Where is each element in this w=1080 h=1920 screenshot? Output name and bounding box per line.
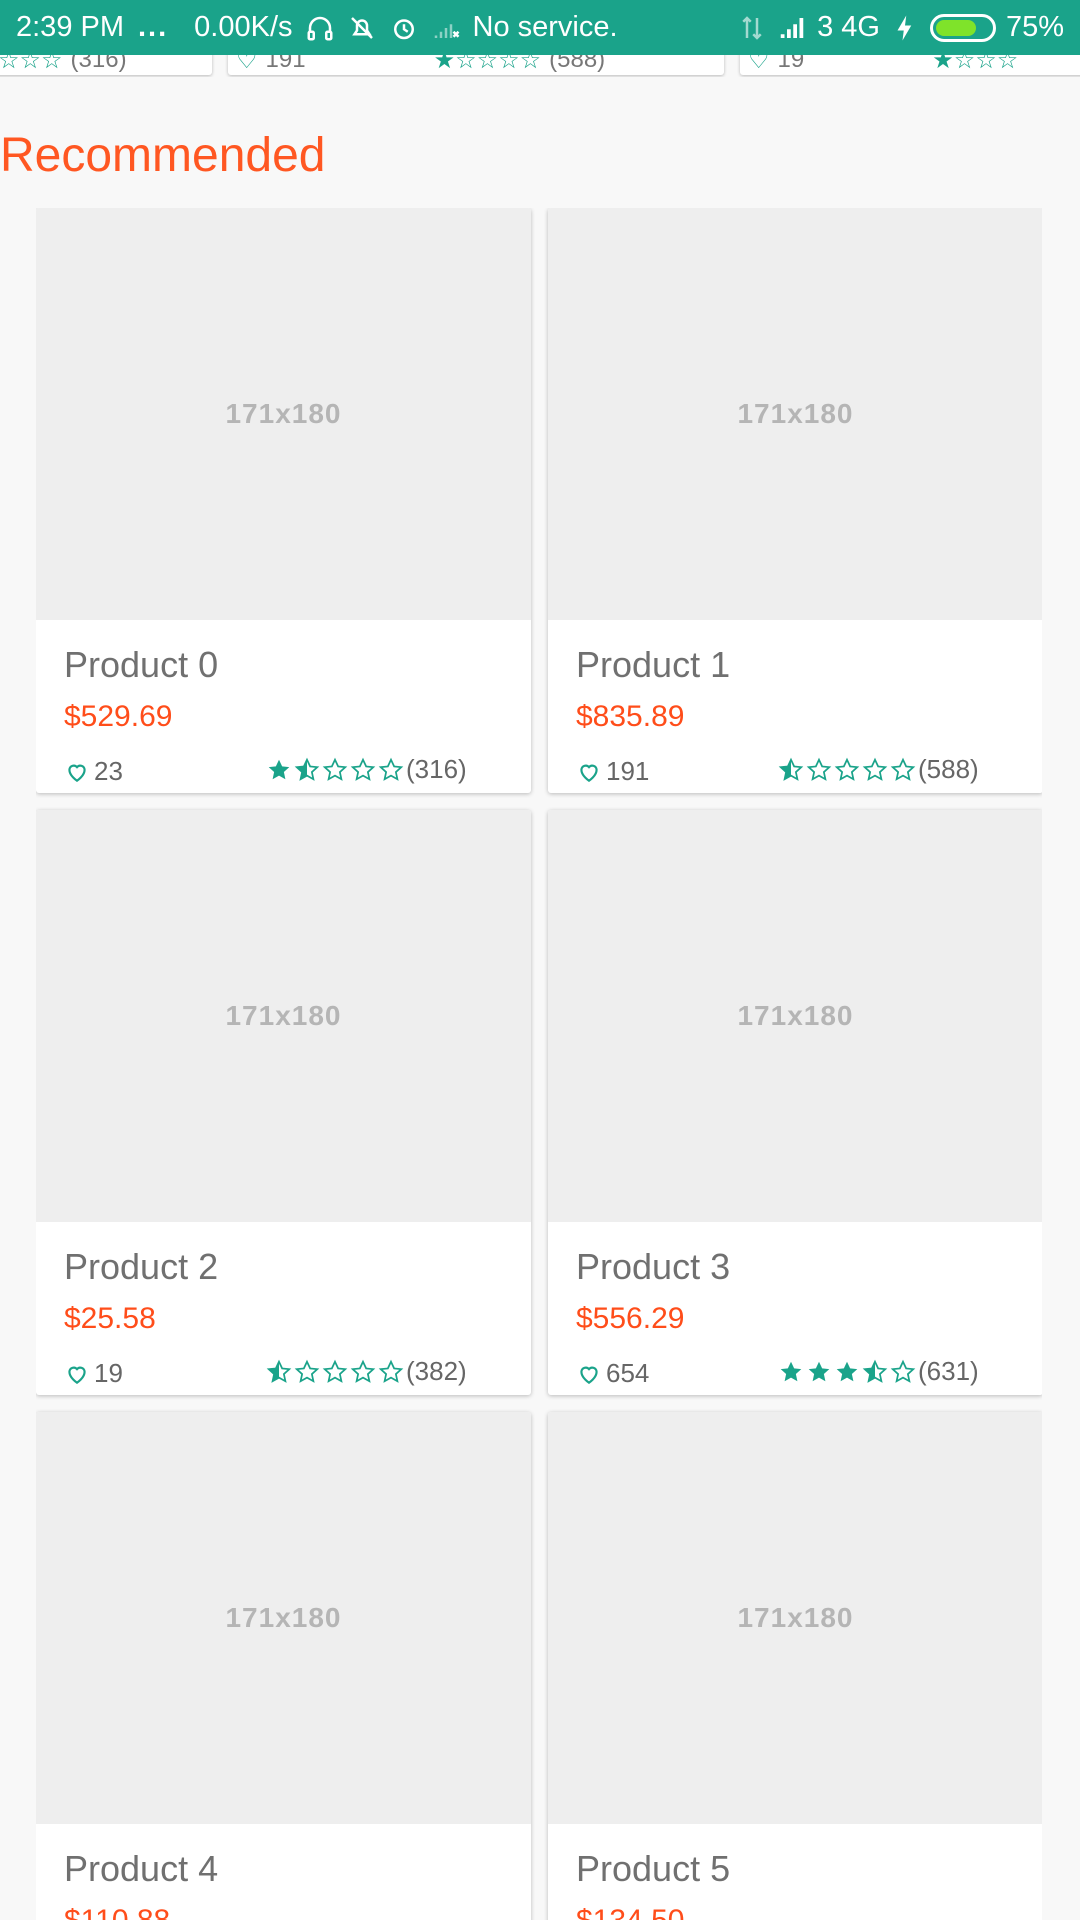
star-icon (266, 1359, 292, 1383)
product-name: Product 5 (576, 1848, 731, 1889)
star-icon (378, 757, 404, 781)
strip-card[interactable]: ☆☆☆ (316) (0, 55, 212, 75)
likes-count: 19 (777, 55, 805, 73)
star-icon (834, 757, 860, 781)
rating: (316) (266, 754, 467, 785)
star-icon (350, 757, 376, 781)
heart-icon: ♡ (748, 55, 770, 74)
star-icon (890, 757, 916, 781)
strip-card[interactable]: ♡ 19 ★☆☆☆ (740, 55, 1080, 75)
star-icon (294, 1359, 320, 1383)
battery-icon (929, 13, 996, 42)
data-arrows-icon (742, 15, 762, 40)
star-icon (322, 757, 348, 781)
signal-icon (780, 17, 804, 38)
star-icon (778, 757, 804, 781)
heart-icon[interactable] (64, 759, 90, 785)
star-icon (780, 1361, 802, 1381)
product-card[interactable]: 171x180 Product 4 $110.88 (36, 1412, 531, 1920)
likes-count: 23 (94, 756, 123, 786)
previous-row-strip: ☆☆☆ (316) ♡ 191 ★☆☆☆☆ (588) ♡ 19 ★☆☆☆ (0, 55, 1080, 77)
heart-icon[interactable] (576, 1361, 602, 1387)
rating: (631) (778, 1356, 979, 1387)
star-icon (806, 757, 832, 781)
product-price: $110.88 (64, 1904, 170, 1920)
likes[interactable]: 19 (64, 1358, 123, 1389)
status-more-dots: ... (138, 11, 169, 43)
likes[interactable]: 654 (576, 1358, 649, 1389)
star-icon (862, 1359, 888, 1383)
product-name: Product 4 (64, 1848, 219, 1889)
product-image-placeholder[interactable]: 171x180 (36, 208, 531, 620)
product-card[interactable]: 171x180 Product 0 $529.69 23 (316) (36, 208, 531, 793)
rating: (382) (266, 1356, 467, 1387)
status-battery: 75% (1005, 11, 1064, 43)
charging-icon (897, 15, 912, 40)
status-bar: 2:39 PM ... 0.00K/s No service. 3 4G 75% (0, 0, 1080, 55)
product-price: $835.89 (576, 700, 685, 733)
product-price: $556.29 (576, 1302, 685, 1335)
rating-stars: ★☆☆☆ (932, 55, 1019, 74)
rating-count: (316) (406, 754, 467, 784)
strip-card[interactable]: ♡ 191 ★☆☆☆☆ (588) (228, 55, 724, 75)
star-icon (808, 1361, 830, 1381)
status-time: 2:39 PM (16, 11, 124, 43)
product-grid: 171x180 Product 0 $529.69 23 (316) 171x180 Pro… (36, 208, 1042, 1920)
product-price: $25.58 (64, 1302, 156, 1335)
star-icon (862, 757, 888, 781)
mute-bell-icon (350, 16, 373, 39)
likes-count: 191 (606, 756, 650, 786)
rating: (588) (778, 754, 979, 785)
status-service: No service. (472, 11, 618, 43)
product-card[interactable]: 171x180 Product 1 $835.89 191 (588) (548, 208, 1042, 793)
status-network: 3 4G (817, 11, 880, 43)
status-speed: 0.00K/s (194, 11, 293, 43)
heart-icon: ♡ (236, 55, 258, 74)
product-card[interactable]: 171x180 Product 2 $25.58 19 (382) (36, 810, 531, 1395)
star-icon (322, 1359, 348, 1383)
product-card[interactable]: 171x180 Product 5 $134.50 (548, 1412, 1042, 1920)
star-icon (350, 1359, 376, 1383)
product-name: Product 1 (576, 644, 731, 685)
star-icon (294, 757, 320, 781)
product-name: Product 0 (64, 644, 219, 685)
product-image-placeholder[interactable]: 171x180 (36, 810, 531, 1222)
star-icon (890, 1359, 916, 1383)
heart-icon[interactable] (64, 1361, 90, 1387)
product-image-placeholder[interactable]: 171x180 (548, 208, 1042, 620)
likes-count: 654 (606, 1358, 650, 1388)
likes[interactable]: 191 (576, 756, 649, 787)
star-icon (836, 1361, 858, 1381)
alarm-icon (393, 18, 414, 39)
product-price: $529.69 (64, 700, 173, 733)
star-icon (378, 1359, 404, 1383)
product-card[interactable]: 171x180 Product 3 $556.29 654 (631) (548, 810, 1042, 1395)
product-image-placeholder[interactable]: 171x180 (36, 1412, 531, 1824)
likes-count: 19 (94, 1358, 123, 1388)
rating-count: (588) (918, 754, 979, 784)
star-icon (268, 759, 290, 779)
rating-count: (631) (918, 1356, 979, 1386)
headphones-icon (307, 16, 333, 40)
rating-stars: ☆☆☆ (0, 55, 63, 74)
product-image-placeholder[interactable]: 171x180 (548, 1412, 1042, 1824)
rating-count: (382) (406, 1356, 467, 1386)
product-price: $134.50 (576, 1904, 684, 1920)
likes-count: 191 (265, 55, 306, 73)
product-name: Product 3 (576, 1246, 731, 1287)
no-signal-icon (434, 23, 459, 38)
product-name: Product 2 (64, 1246, 219, 1287)
likes[interactable]: 23 (64, 756, 123, 787)
rating-stars: ★☆☆☆☆ (433, 55, 542, 74)
rating-count: (316) (70, 55, 127, 73)
rating-count: (588) (549, 55, 606, 73)
heart-icon[interactable] (576, 759, 602, 785)
section-title: Recommended (0, 129, 326, 182)
product-image-placeholder[interactable]: 171x180 (548, 810, 1042, 1222)
